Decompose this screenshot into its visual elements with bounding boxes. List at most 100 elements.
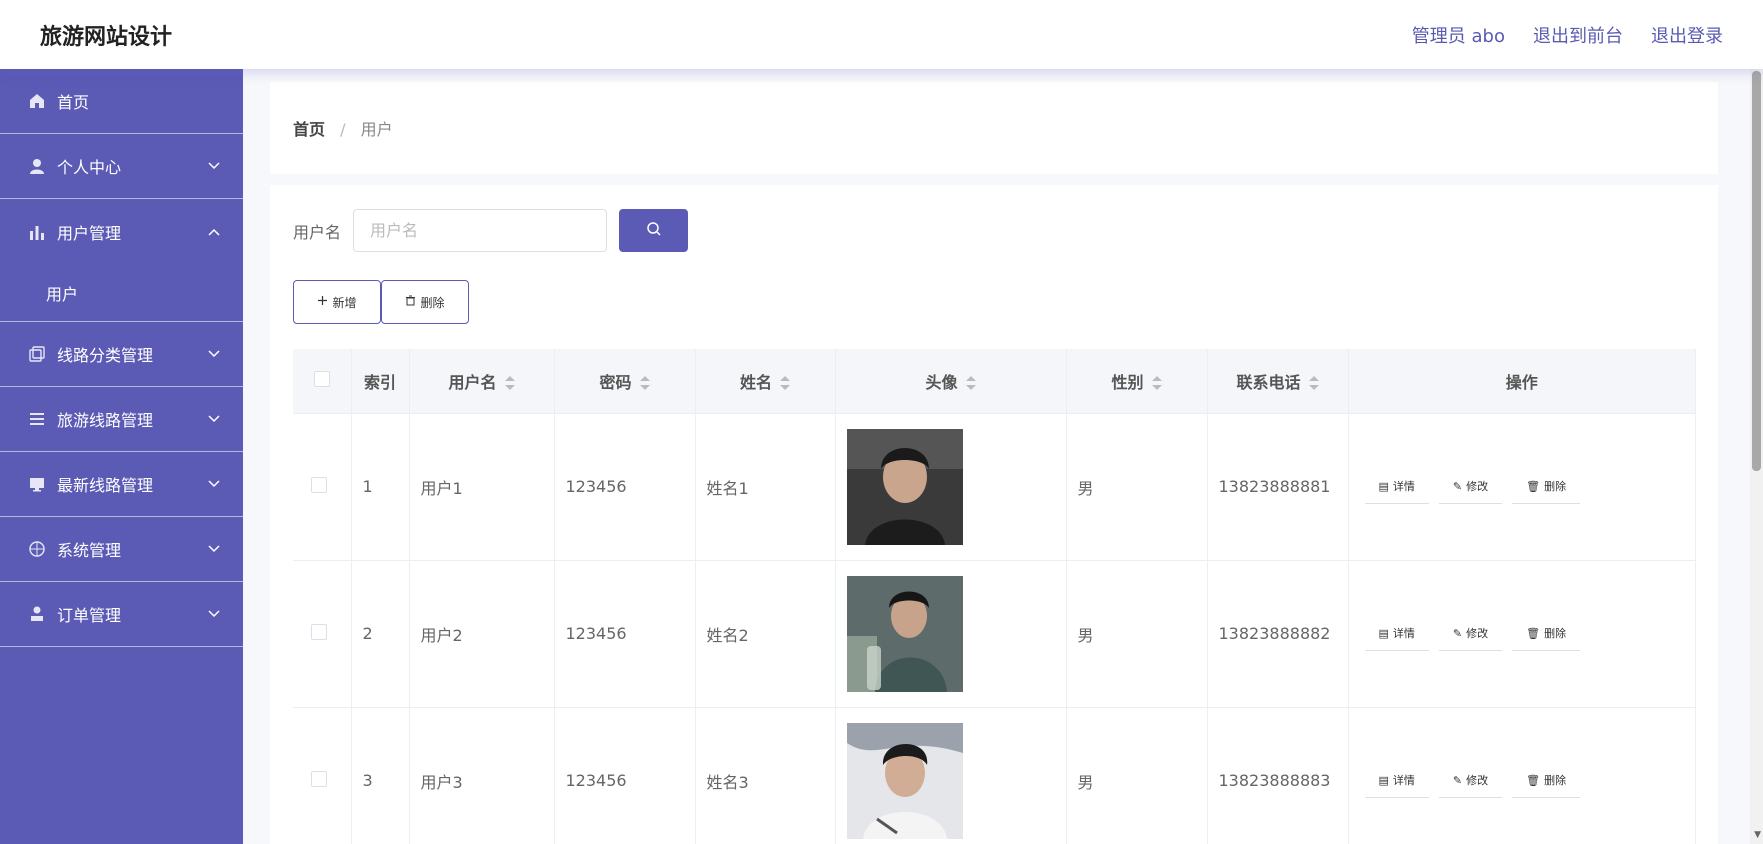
sidebar-item-latest-route[interactable]: 最新线路管理 bbox=[0, 452, 243, 517]
cell-phone: 13823888883 bbox=[1207, 707, 1349, 844]
search-button[interactable] bbox=[619, 209, 689, 252]
sort-icon[interactable] bbox=[1151, 376, 1162, 391]
cell-name: 姓名2 bbox=[695, 560, 836, 708]
sidebar-item-travel-route[interactable]: 旅游线路管理 bbox=[0, 387, 243, 452]
header-links: 管理员 abo 退出到前台 退出登录 bbox=[1412, 22, 1723, 48]
cell-phone: 13823888881 bbox=[1207, 413, 1349, 561]
chevron-down-icon bbox=[207, 477, 221, 491]
sidebar-item-label: 最新线路管理 bbox=[57, 476, 154, 495]
page-scrollbar[interactable]: ▼ bbox=[1750, 69, 1763, 844]
edit-label: 修改 bbox=[1466, 774, 1489, 787]
col-phone[interactable]: 联系电话 bbox=[1207, 349, 1349, 414]
cell-username: 用户2 bbox=[409, 560, 555, 708]
back-to-frontend-link[interactable]: 退出到前台 bbox=[1533, 22, 1623, 48]
cell-avatar bbox=[835, 413, 1067, 561]
chevron-down-icon bbox=[207, 607, 221, 621]
sidebar: 首页 个人中心 用户管理 用户 线路分类管理 旅游线路管理 最新线路管理 系统管… bbox=[0, 69, 243, 844]
edit-label: 修改 bbox=[1466, 627, 1489, 640]
edit-button[interactable]: ✎ 修改 bbox=[1438, 617, 1503, 651]
col-name[interactable]: 姓名 bbox=[695, 349, 836, 414]
cell-index: 2 bbox=[351, 560, 410, 708]
chevron-up-icon bbox=[207, 225, 221, 239]
add-button[interactable]: 新增 bbox=[293, 280, 381, 324]
user-solid-icon bbox=[27, 604, 47, 624]
detail-button[interactable]: ▤ 详情 bbox=[1364, 470, 1429, 504]
compass-icon bbox=[27, 539, 47, 559]
scrollbar-thumb[interactable] bbox=[1752, 71, 1761, 471]
row-checkbox[interactable] bbox=[311, 770, 327, 787]
table-row: 3 用户3 123456 姓名3 男 13823888883 ▤ 详情 ✎ 修改… bbox=[293, 707, 1696, 844]
sidebar-item-profile[interactable]: 个人中心 bbox=[0, 134, 243, 199]
sidebar-item-route-category[interactable]: 线路分类管理 bbox=[0, 322, 243, 387]
sort-icon[interactable] bbox=[639, 376, 650, 391]
sidebar-item-label: 订单管理 bbox=[57, 606, 122, 625]
col-name-label: 姓名 bbox=[739, 372, 772, 392]
document-icon: ▤ bbox=[1378, 773, 1389, 787]
col-operations: 操作 bbox=[1348, 349, 1696, 414]
delete-label: 删除 bbox=[1544, 627, 1567, 640]
sidebar-item-home[interactable]: 首页 bbox=[0, 69, 243, 134]
delete-label: 删除 bbox=[1544, 774, 1567, 787]
username-search-input[interactable] bbox=[353, 209, 608, 252]
col-username-label: 用户名 bbox=[448, 372, 497, 392]
breadcrumb-card: 首页 / 用户 bbox=[270, 82, 1718, 174]
brand-title: 旅游网站设计 bbox=[40, 24, 173, 50]
col-gender-label: 性别 bbox=[1111, 372, 1144, 392]
cell-operations: ▤ 详情 ✎ 修改 🗑 删除 bbox=[1348, 560, 1696, 708]
sort-icon[interactable] bbox=[1308, 376, 1319, 391]
detail-button[interactable]: ▤ 详情 bbox=[1364, 764, 1429, 798]
col-phone-label: 联系电话 bbox=[1236, 372, 1301, 392]
table-row: 1 用户1 123456 姓名1 男 13823888881 ▤ 详情 ✎ 修改… bbox=[293, 413, 1696, 561]
list-icon bbox=[27, 409, 47, 429]
avatar bbox=[846, 428, 963, 545]
document-icon: ▤ bbox=[1378, 626, 1389, 640]
detail-button[interactable]: ▤ 详情 bbox=[1364, 617, 1429, 651]
plus-icon bbox=[317, 295, 328, 309]
sidebar-item-order[interactable]: 订单管理 bbox=[0, 582, 243, 647]
col-password[interactable]: 密码 bbox=[554, 349, 696, 414]
row-select-cell bbox=[293, 560, 352, 708]
avatar bbox=[846, 575, 963, 692]
delete-button[interactable]: 🗑 删除 bbox=[1512, 617, 1581, 651]
col-password-label: 密码 bbox=[599, 372, 632, 392]
breadcrumb: 首页 / 用户 bbox=[293, 116, 393, 140]
delete-button[interactable]: 🗑 删除 bbox=[1512, 470, 1581, 504]
copy-icon bbox=[27, 344, 47, 364]
delete-button-label: 删除 bbox=[420, 295, 445, 310]
col-username[interactable]: 用户名 bbox=[409, 349, 555, 414]
select-all-checkbox[interactable] bbox=[313, 370, 330, 387]
chevron-down-icon bbox=[207, 412, 221, 426]
cell-name: 姓名3 bbox=[695, 707, 836, 844]
col-avatar[interactable]: 头像 bbox=[835, 349, 1067, 414]
breadcrumb-home[interactable]: 首页 bbox=[293, 120, 325, 139]
sort-icon[interactable] bbox=[965, 376, 976, 391]
trash-icon: 🗑 bbox=[1526, 773, 1541, 787]
bar-chart-icon bbox=[27, 222, 47, 242]
sort-icon[interactable] bbox=[504, 376, 515, 391]
edit-button[interactable]: ✎ 修改 bbox=[1438, 764, 1503, 798]
scroll-down-arrow-icon[interactable]: ▼ bbox=[1754, 830, 1761, 840]
table-row: 2 用户2 123456 姓名2 男 13823888882 ▤ 详情 ✎ 修改… bbox=[293, 560, 1696, 708]
home-icon bbox=[27, 91, 47, 111]
row-checkbox[interactable] bbox=[311, 476, 327, 493]
delete-button[interactable]: 🗑 删除 bbox=[1512, 764, 1581, 798]
sidebar-item-system[interactable]: 系统管理 bbox=[0, 517, 243, 582]
sidebar-subitem-user[interactable]: 用户 bbox=[0, 264, 243, 322]
row-checkbox[interactable] bbox=[311, 623, 327, 640]
edit-button[interactable]: ✎ 修改 bbox=[1438, 470, 1503, 504]
cell-username: 用户3 bbox=[409, 707, 555, 844]
batch-delete-button[interactable]: 删除 bbox=[381, 280, 469, 324]
sort-icon[interactable] bbox=[780, 376, 790, 391]
cell-index: 3 bbox=[351, 707, 410, 844]
cell-avatar bbox=[835, 707, 1067, 844]
row-select-cell bbox=[293, 413, 352, 561]
action-row: 新增 删除 bbox=[293, 280, 469, 324]
admin-user-link[interactable]: 管理员 abo bbox=[1412, 22, 1505, 48]
sidebar-item-user-management[interactable]: 用户管理 bbox=[0, 199, 243, 264]
col-gender[interactable]: 性别 bbox=[1066, 349, 1208, 414]
breadcrumb-separator: / bbox=[340, 120, 346, 139]
sidebar-item-label: 首页 bbox=[57, 93, 90, 112]
logout-link[interactable]: 退出登录 bbox=[1651, 22, 1723, 48]
cell-index: 1 bbox=[351, 413, 410, 561]
cell-name: 姓名1 bbox=[695, 413, 836, 561]
